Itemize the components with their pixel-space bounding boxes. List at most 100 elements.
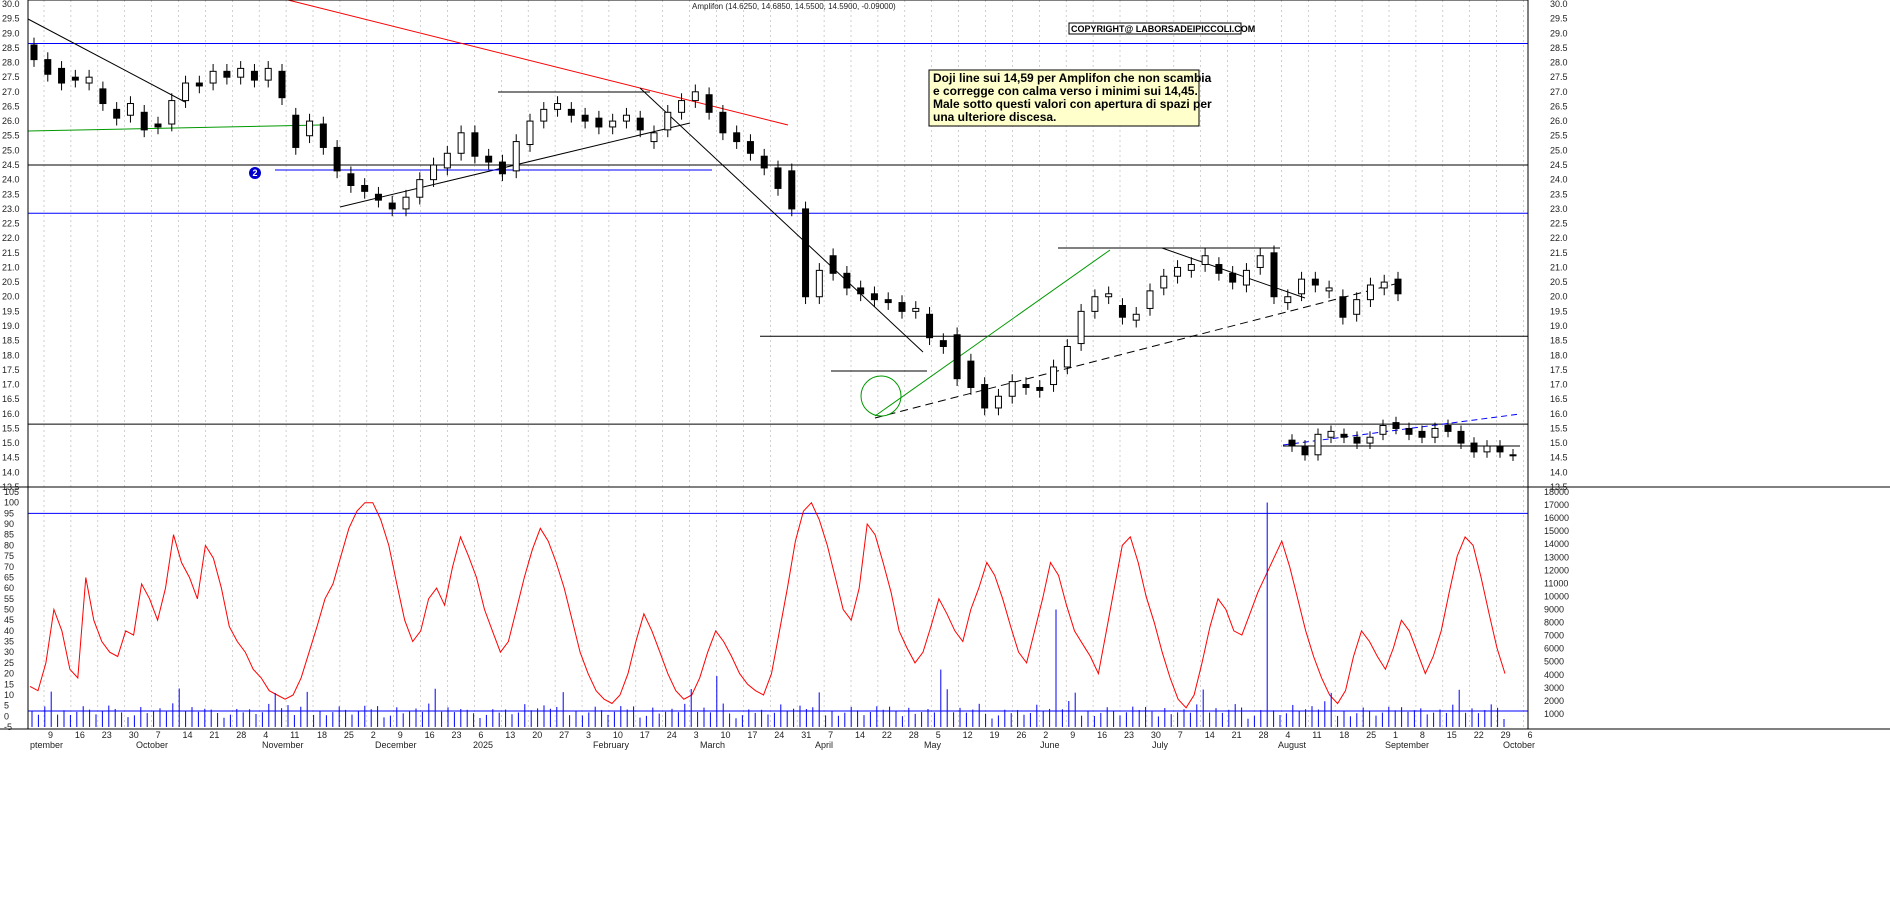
vol-tick-13: 5000 (1544, 657, 1564, 667)
late-candle-body-1 (1301, 445, 1309, 456)
candle-body-39 (567, 108, 575, 116)
osc-tick-6: 75 (4, 551, 14, 561)
day-label-12: 2 (371, 730, 376, 740)
price-tick-right-25: 17.5 (1550, 365, 1568, 375)
vol-tick-14: 4000 (1544, 670, 1564, 680)
price-tick-left-15: 22.5 (2, 219, 20, 229)
price-tick-right-21: 19.5 (1550, 306, 1568, 316)
candle-body-6 (113, 108, 121, 119)
candle-body-84 (1187, 264, 1195, 271)
candle-body-86 (1215, 264, 1223, 274)
month-label-9: June (1040, 740, 1060, 750)
late-candle-body-9 (1405, 427, 1413, 435)
day-label-31: 22 (882, 730, 892, 740)
day-label-29: 7 (828, 730, 833, 740)
price-tick-right-15: 22.5 (1550, 219, 1568, 229)
candle-body-0 (30, 44, 38, 61)
candle-body-4 (85, 76, 93, 84)
candle-body-16 (250, 70, 258, 81)
vol-tick-12: 6000 (1544, 644, 1564, 654)
candle-body-80 (1132, 313, 1140, 321)
day-label-54: 29 (1501, 730, 1511, 740)
price-tick-right-7: 26.5 (1550, 101, 1568, 111)
candle-body-50 (719, 111, 727, 134)
price-tick-right-28: 16.0 (1550, 409, 1568, 419)
annotation-line-3: Male sotto questi valori con apertura di… (933, 97, 1212, 111)
price-tick-right-12: 24.0 (1550, 175, 1568, 185)
vol-tick-9: 9000 (1544, 605, 1564, 615)
price-tick-left-22: 19.0 (2, 321, 20, 331)
price-tick-right-16: 22.0 (1550, 233, 1568, 243)
candle-body-74 (1050, 366, 1058, 386)
day-label-26: 17 (747, 730, 757, 740)
day-label-51: 8 (1420, 730, 1425, 740)
price-tick-left-26: 17.0 (2, 380, 20, 390)
osc-tick-4: 85 (4, 530, 14, 540)
candle-body-12 (195, 82, 203, 87)
candle-body-3 (71, 76, 79, 81)
price-tick-right-26: 17.0 (1550, 380, 1568, 390)
day-label-38: 9 (1070, 730, 1075, 740)
price-tick-right-29: 15.5 (1550, 423, 1568, 433)
price-tick-left-21: 19.5 (2, 306, 20, 316)
price-tick-left-25: 17.5 (2, 365, 20, 375)
late-candle-body-16 (1496, 445, 1504, 453)
vol-tick-0: 18000 (1544, 487, 1569, 497)
price-tick-right-2: 29.0 (1550, 28, 1568, 38)
candle-body-82 (1160, 275, 1168, 289)
late-candle-body-2 (1314, 433, 1322, 456)
day-label-0: 9 (48, 730, 53, 740)
annotation-line-4: una ulteriore discesa. (933, 110, 1056, 124)
price-tick-left-4: 28.0 (2, 58, 20, 68)
candle-body-94 (1325, 287, 1333, 292)
month-label-5: February (593, 740, 630, 750)
day-label-40: 23 (1124, 730, 1134, 740)
day-label-20: 3 (586, 730, 591, 740)
candle-body-21 (319, 123, 327, 148)
late-candle-body-4 (1340, 433, 1348, 438)
candle-body-52 (746, 141, 754, 154)
late-candle-body-5 (1353, 436, 1361, 444)
candle-body-35 (512, 141, 520, 172)
candle-body-45 (650, 132, 658, 143)
candle-body-51 (733, 132, 741, 143)
annotation-line-2: e corregge con calma verso i minimi sui … (933, 84, 1198, 98)
day-label-37: 2 (1043, 730, 1048, 740)
candle-body-71 (1008, 381, 1016, 397)
day-label-9: 11 (290, 730, 299, 740)
price-tick-left-11: 24.5 (2, 160, 20, 170)
candle-body-73 (1036, 386, 1044, 391)
day-label-50: 1 (1393, 730, 1398, 740)
day-label-10: 18 (317, 730, 327, 740)
price-tick-left-10: 25.0 (2, 145, 20, 155)
price-tick-right-18: 21.0 (1550, 262, 1568, 272)
price-tick-right-27: 16.5 (1550, 394, 1568, 404)
day-label-27: 24 (774, 730, 784, 740)
price-tick-right-31: 14.5 (1550, 453, 1568, 463)
price-tick-left-31: 14.5 (2, 453, 20, 463)
month-label-6: March (700, 740, 725, 750)
candle-body-79 (1118, 305, 1126, 318)
candle-body-20 (306, 120, 314, 137)
candle-body-96 (1353, 299, 1361, 315)
price-tick-right-10: 25.0 (1550, 145, 1568, 155)
price-tick-left-3: 28.5 (2, 43, 20, 53)
day-label-42: 7 (1178, 730, 1183, 740)
day-label-55: 6 (1528, 730, 1533, 740)
day-label-30: 14 (855, 730, 865, 740)
price-tick-left-7: 26.5 (2, 101, 20, 111)
vol-tick-2: 16000 (1544, 513, 1569, 523)
candle-body-65 (926, 313, 934, 339)
price-tick-right-11: 24.5 (1550, 160, 1568, 170)
day-label-18: 20 (532, 730, 542, 740)
candle-body-30 (443, 152, 451, 169)
price-tick-right-0: 30.0 (1550, 0, 1568, 9)
osc-tick-12: 45 (4, 615, 14, 625)
candle-body-17 (264, 67, 272, 81)
price-tick-left-2: 29.0 (2, 28, 20, 38)
candle-body-88 (1242, 269, 1250, 286)
day-label-19: 27 (559, 730, 569, 740)
day-label-48: 18 (1339, 730, 1349, 740)
price-tick-left-24: 18.0 (2, 350, 20, 360)
vol-tick-3: 15000 (1544, 526, 1569, 536)
